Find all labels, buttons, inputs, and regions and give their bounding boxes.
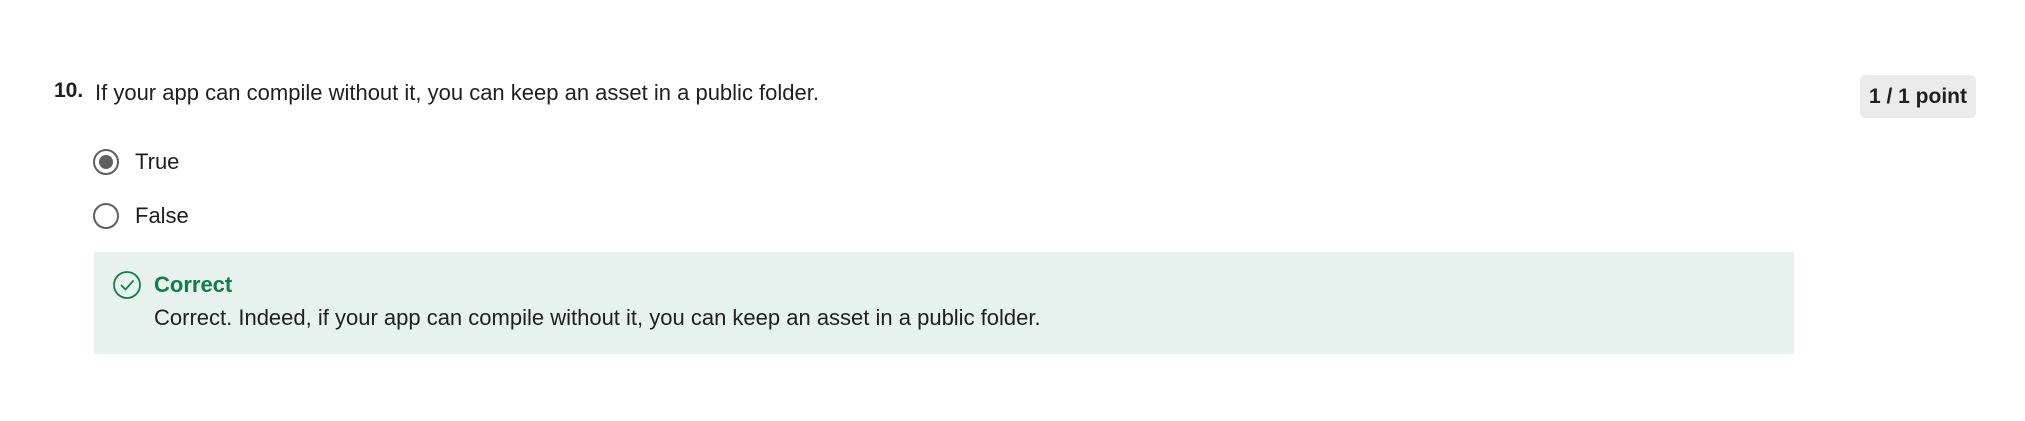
- option-label: True: [135, 149, 180, 174]
- answer-options: True False: [93, 145, 189, 253]
- feedback-message: Correct. Indeed, if your app can compile…: [154, 305, 1041, 330]
- feedback-panel: Correct Correct. Indeed, if your app can…: [94, 252, 1794, 354]
- question-number: 10.: [54, 79, 84, 102]
- option-false[interactable]: False: [93, 199, 189, 233]
- radio-unselected-icon[interactable]: [93, 203, 119, 229]
- radio-selected-icon[interactable]: [93, 149, 119, 175]
- question-text: If your app can compile without it, you …: [95, 80, 819, 105]
- option-true[interactable]: True: [93, 145, 189, 179]
- points-badge: 1 / 1 point: [1860, 75, 1976, 118]
- quiz-question: 10. If your app can compile without it, …: [0, 0, 2025, 421]
- feedback-status: Correct: [154, 272, 233, 297]
- option-label: False: [135, 203, 189, 228]
- check-circle-icon: [113, 271, 141, 299]
